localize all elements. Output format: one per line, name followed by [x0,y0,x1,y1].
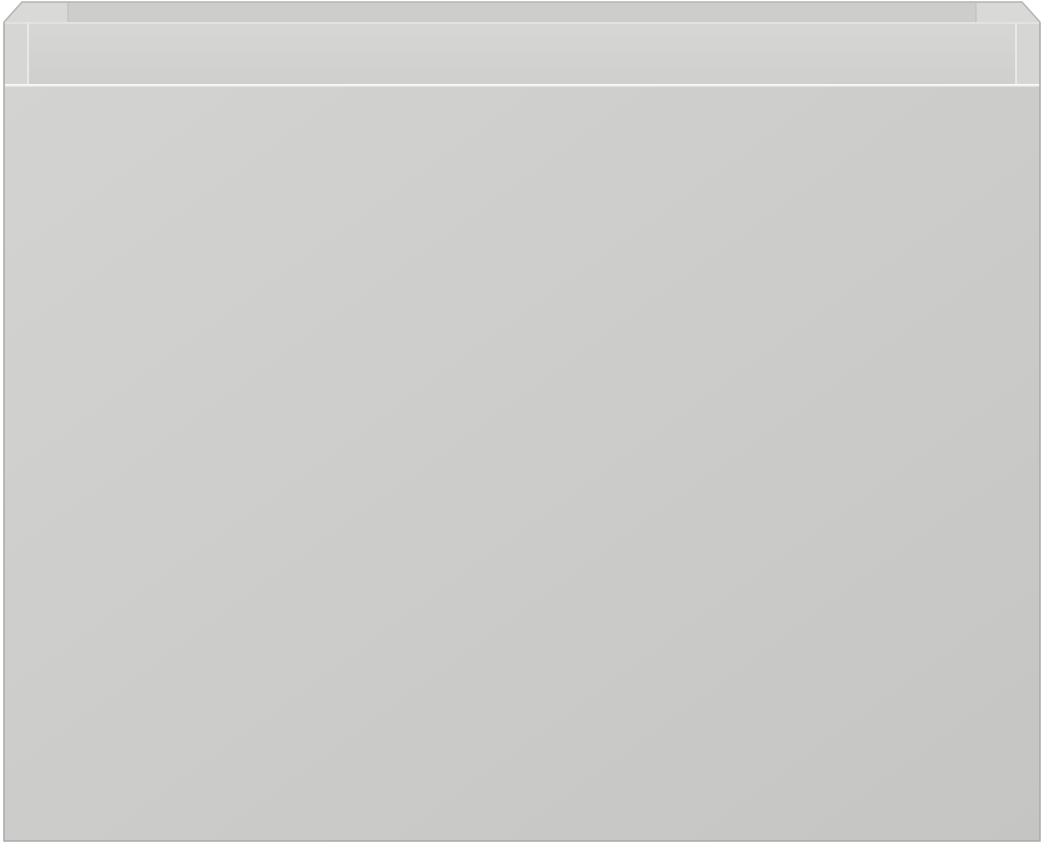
cabinet-scene [0,0,1044,844]
cabinet-illustration [3,1,1041,842]
cabinet-rim-left-face [4,22,28,84]
cabinet-front-panel [4,85,1040,841]
cabinet-inner-back [4,2,1040,22]
cabinet-top-rim [4,22,1040,84]
cabinet-rim-right-face [1016,22,1040,84]
